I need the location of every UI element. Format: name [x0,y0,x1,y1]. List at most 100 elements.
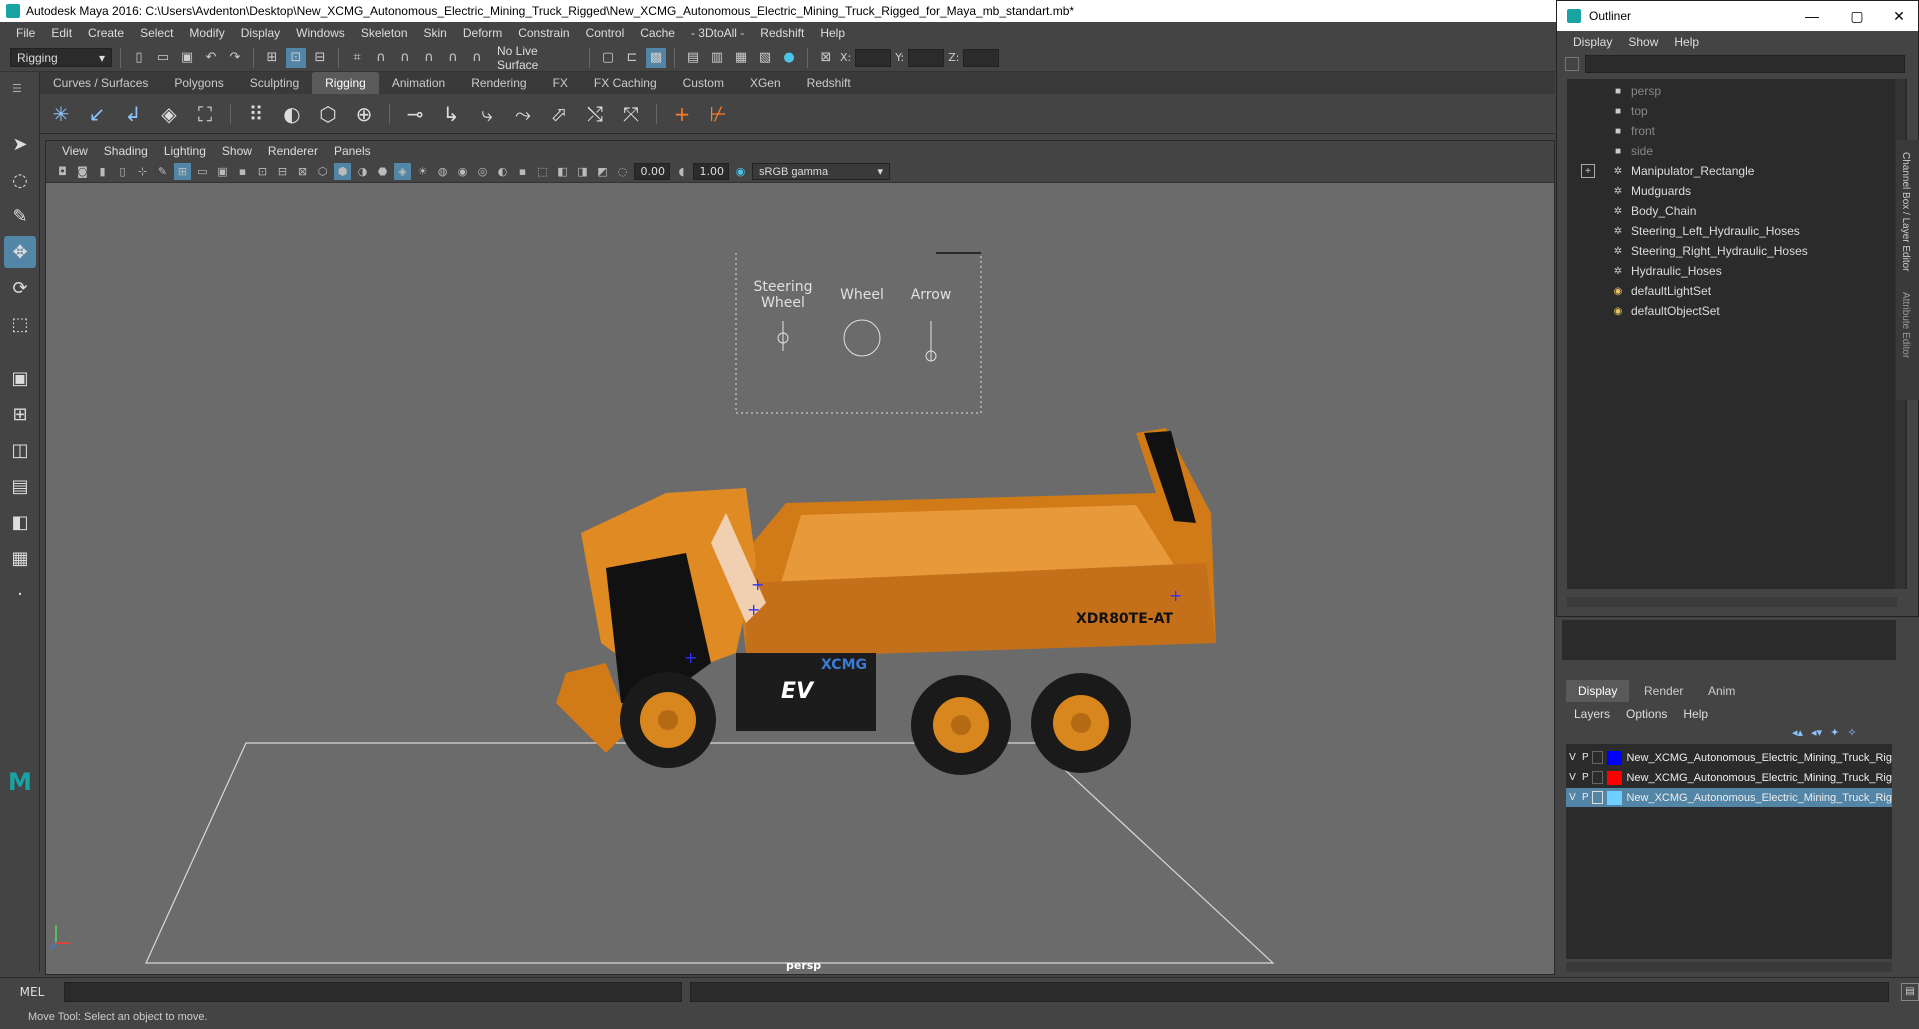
scale-tool-icon[interactable]: ⬚ [4,308,36,340]
render-current-icon[interactable]: ▥ [707,48,727,68]
ol-menu-help[interactable]: Help [1666,35,1707,49]
shelf-tab-redshift[interactable]: Redshift [794,72,864,94]
shelf-tab-fx-caching[interactable]: FX Caching [581,72,670,94]
new-scene-icon[interactable]: ▯ [129,48,149,68]
layer-menu-help[interactable]: Help [1675,707,1716,721]
mining-truck-model[interactable]: EV XCMG XDR80TE-AT + + + + [556,428,1216,775]
visibility-toggle[interactable]: V [1566,792,1579,803]
ol-menu-show[interactable]: Show [1620,35,1666,49]
rotate-tool-icon[interactable]: ⟳ [4,272,36,304]
xray-joints-icon[interactable]: ◨ [574,163,591,180]
field-chart-icon[interactable]: ⊡ [254,163,271,180]
layer-row[interactable]: V P New_XCMG_Autonomous_Electric_Mining_… [1566,788,1892,807]
layer-row[interactable]: V P New_XCMG_Autonomous_Electric_Mining_… [1566,768,1892,787]
list-item[interactable]: ■ front [1611,121,1655,141]
display-type-toggle[interactable] [1591,771,1603,784]
blend-shape-icon[interactable]: ⊸ [400,99,430,129]
ik-spline-icon[interactable]: ↲ [118,99,148,129]
list-item[interactable]: ■ persp [1611,81,1661,101]
cluster-icon[interactable]: ⊕ [349,99,379,129]
bend-deformer-icon[interactable]: ⤷ [472,99,502,129]
menu-skin[interactable]: Skin [416,26,455,40]
wireframe-icon[interactable]: ⬡ [314,163,331,180]
resolution-gate-icon[interactable]: ▣ [214,163,231,180]
outliner-horizontal-scrollbar[interactable] [1567,597,1897,607]
list-item[interactable]: ■ side [1611,141,1653,161]
construction-history-icon[interactable]: ▩ [646,47,666,68]
input-ops-icon[interactable]: ▢ [598,48,618,68]
paint-select-tool-icon[interactable]: ✎ [4,200,36,232]
shelf-tab-rigging[interactable]: Rigging [312,72,379,94]
persp-outliner-layout-icon[interactable]: ▤ [4,470,36,502]
maximize-icon[interactable]: ▢ [1837,1,1877,31]
list-item[interactable]: ✲ Body_Chain [1611,201,1697,221]
screen-space-ao-icon[interactable]: ◉ [454,163,471,180]
menu-skeleton[interactable]: Skeleton [353,26,416,40]
menu-constrain[interactable]: Constrain [510,26,577,40]
gate-mask-icon[interactable]: ▪ [234,163,251,180]
smooth-shade-icon[interactable]: ⬢ [334,163,351,180]
script-language-label[interactable]: MEL [0,985,64,999]
layer-tab-render[interactable]: Render [1632,680,1695,702]
motion-blur-icon[interactable]: ◎ [474,163,491,180]
select-tool-icon[interactable]: ➤ [4,128,36,160]
transform-constraints-icon[interactable]: ⊠ [816,48,836,68]
layer-color-swatch[interactable] [1606,770,1623,785]
render-settings-icon[interactable]: ▧ [755,48,775,68]
shadows-icon[interactable]: ◍ [434,163,451,180]
grid-icon[interactable]: ⊞ [174,163,191,180]
soft-mod-icon[interactable]: ⤭ [580,99,610,129]
color-management-icon[interactable]: ◉ [732,163,749,180]
shelf-tab-rendering[interactable]: Rendering [458,72,539,94]
vp-menu-lighting[interactable]: Lighting [156,144,214,158]
select-object-icon[interactable]: ⊡ [286,47,306,68]
humanik-icon[interactable]: ⛶ [190,99,220,129]
shelf-tab-sculpting[interactable]: Sculpting [237,72,312,94]
shelf-tab-polygons[interactable]: Polygons [161,72,236,94]
exposure-input[interactable]: 0.00 [634,163,670,180]
aim-constraint-icon[interactable]: ⊬ [703,99,733,129]
gamma-input[interactable]: 1.00 [693,163,729,180]
grease-pencil-icon[interactable]: ✎ [154,163,171,180]
more-layouts-icon[interactable]: · [4,578,36,610]
hypershade-icon[interactable]: ● [779,48,799,68]
exposure-icon[interactable]: ◌ [614,163,631,180]
snap-grid-icon[interactable]: ⌗ [347,48,367,68]
channel-box-tab[interactable]: Channel Box / Layer Editor [1896,140,1915,284]
2d-pan-zoom-icon[interactable]: ⊹ [134,163,151,180]
layer-color-swatch[interactable] [1606,750,1623,765]
layer-tab-display[interactable]: Display [1566,680,1630,702]
visibility-toggle[interactable]: V [1566,772,1579,783]
persp-graph-layout-icon[interactable]: ◧ [4,506,36,538]
z-coord-input[interactable] [963,48,1000,67]
select-component-icon[interactable]: ⊟ [310,48,330,68]
list-item[interactable]: ◉ defaultLightSet [1611,281,1711,301]
outliner-search-input[interactable] [1585,55,1905,73]
menu-file[interactable]: File [8,26,43,40]
wheel-control[interactable] [843,319,881,357]
joint-tool-icon[interactable]: ✳ [46,99,76,129]
image-plane-icon[interactable]: ▯ [114,163,131,180]
textured-icon[interactable]: ◈ [394,163,411,180]
display-type-toggle[interactable] [1591,751,1603,764]
new-layer-selected-icon[interactable]: ✧ [1847,726,1856,739]
undo-icon[interactable]: ↶ [201,48,221,68]
shelf-tab-curves[interactable]: Curves / Surfaces [40,72,161,94]
use-all-lights-icon[interactable]: ☀ [414,163,431,180]
render-view-icon[interactable]: ▤ [683,48,703,68]
layer-horizontal-scrollbar[interactable] [1566,962,1892,972]
layer-menu-layers[interactable]: Layers [1566,707,1618,721]
list-item[interactable]: ✲ Hydraulic_Hoses [1611,261,1722,281]
menu-cache[interactable]: Cache [632,26,683,40]
snap-point-icon[interactable]: ∩ [395,48,415,68]
snap-curve-icon[interactable]: ∩ [371,48,391,68]
expand-icon[interactable]: + [1581,164,1595,178]
lattice-icon[interactable]: ⬡ [313,99,343,129]
side-by-side-layout-icon[interactable]: ◫ [4,434,36,466]
redo-icon[interactable]: ↷ [225,48,245,68]
playback-toggle[interactable]: P [1579,752,1592,763]
shelf-menu-icon[interactable]: ☰ [0,72,39,105]
y-coord-input[interactable] [908,48,945,67]
menu-control[interactable]: Control [578,26,633,40]
save-scene-icon[interactable]: ▣ [177,48,197,68]
